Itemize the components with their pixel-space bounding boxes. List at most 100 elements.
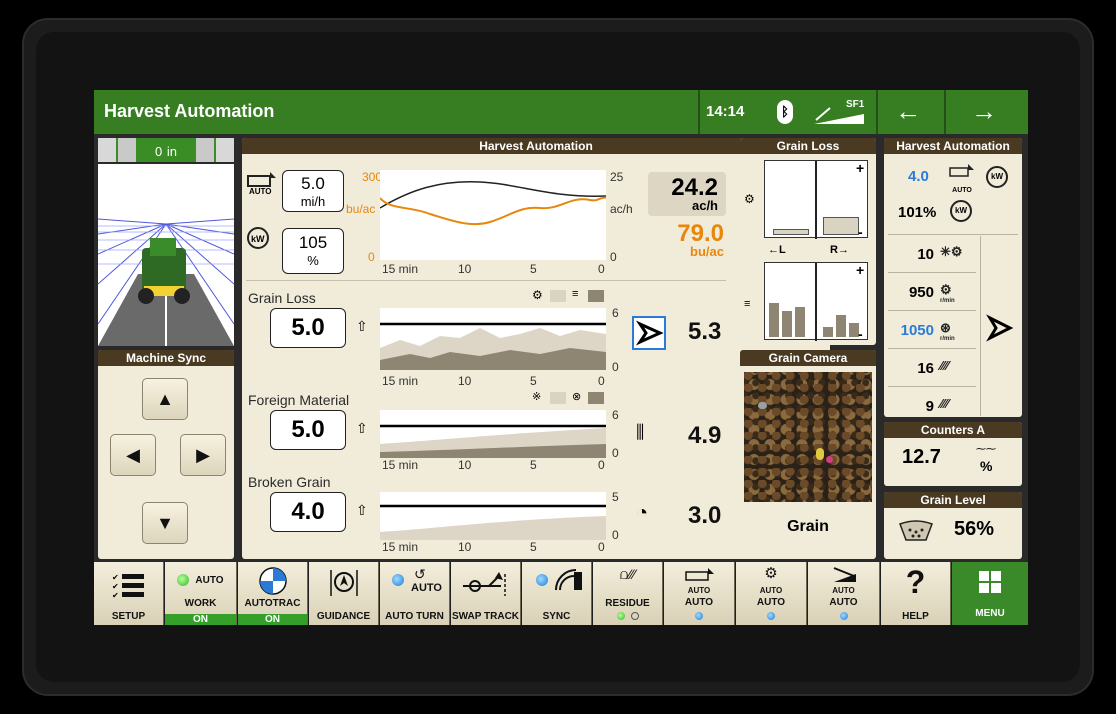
down-button[interactable]: ▼ xyxy=(142,502,188,544)
autotrac-state: ON xyxy=(238,614,307,625)
svg-text:AUTO: AUTO xyxy=(249,187,272,196)
separator-minus-label: - xyxy=(858,224,863,240)
triangle-right-icon: ▶ xyxy=(196,445,210,465)
help-button[interactable]: ? HELP xyxy=(881,562,951,625)
auto-header-label: AUTO xyxy=(829,597,858,608)
menu-label: MENU xyxy=(975,608,1005,619)
setup-button[interactable]: ✔ ✔ ✔ SETUP xyxy=(94,562,164,625)
auto-speed-label: AUTO xyxy=(684,597,714,608)
guidance-label: GUIDANCE xyxy=(316,611,371,622)
separator-loss-bar-right xyxy=(823,217,859,235)
broken-kernel-icon: ◔ xyxy=(636,502,649,524)
rotor-loss-icon: ⚙ xyxy=(532,288,543,302)
ha-row-fan[interactable]: 10 ✳⚙ xyxy=(884,236,1022,272)
foreign-material-y-min: 0 xyxy=(612,446,619,460)
ha-row-sieve[interactable]: 9 ⁄⁄⁄⁄ xyxy=(884,388,1022,417)
broken-grain-label: Broken Grain xyxy=(248,474,331,490)
autotrac-button[interactable]: AUTOTRAC ON xyxy=(238,562,308,625)
power-icon: kW xyxy=(986,166,1008,188)
grain-camera-title: Grain Camera xyxy=(740,350,876,366)
up-button[interactable]: ▲ xyxy=(142,378,188,420)
auto-rotor-button[interactable]: ⚙ AUTO AUTO xyxy=(736,562,807,625)
swap-track-button[interactable]: SWAP TRACK xyxy=(451,562,521,625)
left-button[interactable]: ◀ xyxy=(110,434,156,476)
top-chart-x-5: 5 xyxy=(530,262,537,276)
swap-track-icon xyxy=(463,572,506,596)
residue-button[interactable]: ⩍⁄⁄⁄ RESIDUE xyxy=(593,562,663,625)
ha-row-concave[interactable]: 16 ⁄⁄⁄⁄ xyxy=(884,350,1022,386)
speed-setpoint[interactable]: 5.0 mi/h xyxy=(282,170,344,212)
broken-grain-adjust-icon[interactable]: ⇧ xyxy=(356,502,368,519)
sieve-loss-icon: ≡ xyxy=(572,288,579,300)
broken-grain-setpoint[interactable]: 4.0 xyxy=(270,492,346,532)
grain-loss-mode-button[interactable] xyxy=(632,316,666,350)
chaff-swatch xyxy=(550,392,566,404)
sieve-icon: ⁄⁄⁄⁄ xyxy=(940,396,949,411)
top-chart-left-unit: bu/ac xyxy=(346,202,376,216)
auto-speed-led xyxy=(695,612,703,620)
separator-loss-bars xyxy=(764,160,868,239)
sieve-loss-bar-5 xyxy=(836,315,846,337)
autotrac-label: AUTOTRAC xyxy=(244,598,301,609)
sync-button[interactable]: SYNC xyxy=(522,562,592,625)
auto-header-button[interactable]: AUTO AUTO xyxy=(808,562,880,625)
bluetooth-icon: ᛒ xyxy=(777,100,793,124)
arrow-left-icon[interactable]: ← xyxy=(890,96,926,127)
ha-speed-value: 4.0 xyxy=(908,168,929,185)
broken-grain-x-5: 5 xyxy=(530,540,537,554)
guidance-icon xyxy=(330,570,358,596)
grain-loss-x-10: 10 xyxy=(458,374,472,388)
top-chart-right-unit: ac/h xyxy=(610,202,633,216)
grain-loss-y-min: 0 xyxy=(612,360,619,374)
auto-rotor-label: AUTO xyxy=(756,597,786,608)
foreign-material-adjust-icon[interactable]: ⇧ xyxy=(356,420,368,437)
grain-camera-image[interactable] xyxy=(744,372,872,502)
broken-grain-chart xyxy=(380,492,606,540)
yield-unit: bu/ac xyxy=(690,244,724,259)
sieve-direction-icon xyxy=(635,320,664,346)
foreign-material-x-5: 5 xyxy=(530,458,537,472)
broken-grain-value: 3.0 xyxy=(688,502,722,529)
ha-row-rotor[interactable]: 950 ⚙ r/min xyxy=(884,274,1022,310)
grain-loss-panel-title: Grain Loss xyxy=(740,138,876,154)
machine-sync-panel: Machine Sync ▲ ◀ ▶ ▼ xyxy=(98,350,234,559)
residue-led-right xyxy=(631,612,639,620)
guidance-button[interactable]: GUIDANCE xyxy=(309,562,379,625)
separator-loss-bar-left xyxy=(773,229,809,235)
help-icon: ? xyxy=(905,564,926,600)
material-swatch xyxy=(588,392,604,404)
clock: 14:14 xyxy=(706,103,745,120)
top-chart-right-max: 25 xyxy=(610,170,624,184)
foreign-material-chart xyxy=(380,410,606,458)
menu-button[interactable]: MENU xyxy=(952,562,1028,625)
right-side-label: R→ xyxy=(830,244,849,256)
ha-auto-label: AUTO xyxy=(952,187,972,194)
grain-loss-setpoint[interactable]: 5.0 xyxy=(270,308,346,348)
auto-turn-auto: AUTO xyxy=(411,582,442,594)
grain-loss-adjust-icon[interactable]: ⇧ xyxy=(356,318,368,335)
grain-loss-chart xyxy=(380,308,606,370)
foreign-material-setpoint[interactable]: 5.0 xyxy=(270,410,346,450)
work-button[interactable]: AUTO WORK ON xyxy=(165,562,237,625)
broken-grain-x-10: 10 xyxy=(458,540,472,554)
arrow-right-icon[interactable]: → xyxy=(966,96,1002,127)
auto-turn-button[interactable]: ↺ AUTO AUTO TURN xyxy=(380,562,450,625)
machine-3d-view[interactable] xyxy=(98,164,234,346)
sync-led xyxy=(536,574,548,586)
foreign-material-x-10: 10 xyxy=(458,458,472,472)
auto-speed-button[interactable]: AUTO AUTO xyxy=(664,562,735,625)
grain-level-value: 56% xyxy=(954,518,995,540)
yield-rate-lines xyxy=(379,180,607,226)
residue-label: RESIDUE xyxy=(605,598,650,609)
broken-grain-x-0: 0 xyxy=(598,540,605,554)
concave-icon: ⁄⁄⁄⁄ xyxy=(940,358,949,373)
fan-value: 10 xyxy=(917,246,934,263)
fan-speed-icon: ⊛ r/min xyxy=(940,320,955,342)
grain-loss-panel: Grain Loss ⚙ + - ←L R→ ≡ + - xyxy=(740,138,876,345)
ha-side-title: Harvest Automation xyxy=(884,138,1022,154)
swap-track-label: SWAP TRACK xyxy=(451,611,520,622)
right-button[interactable]: ▶ xyxy=(180,434,226,476)
triangle-left-icon: ◀ xyxy=(126,445,140,465)
separator-plus-label: + xyxy=(856,160,865,176)
power-setpoint[interactable]: 105 % xyxy=(282,228,344,274)
